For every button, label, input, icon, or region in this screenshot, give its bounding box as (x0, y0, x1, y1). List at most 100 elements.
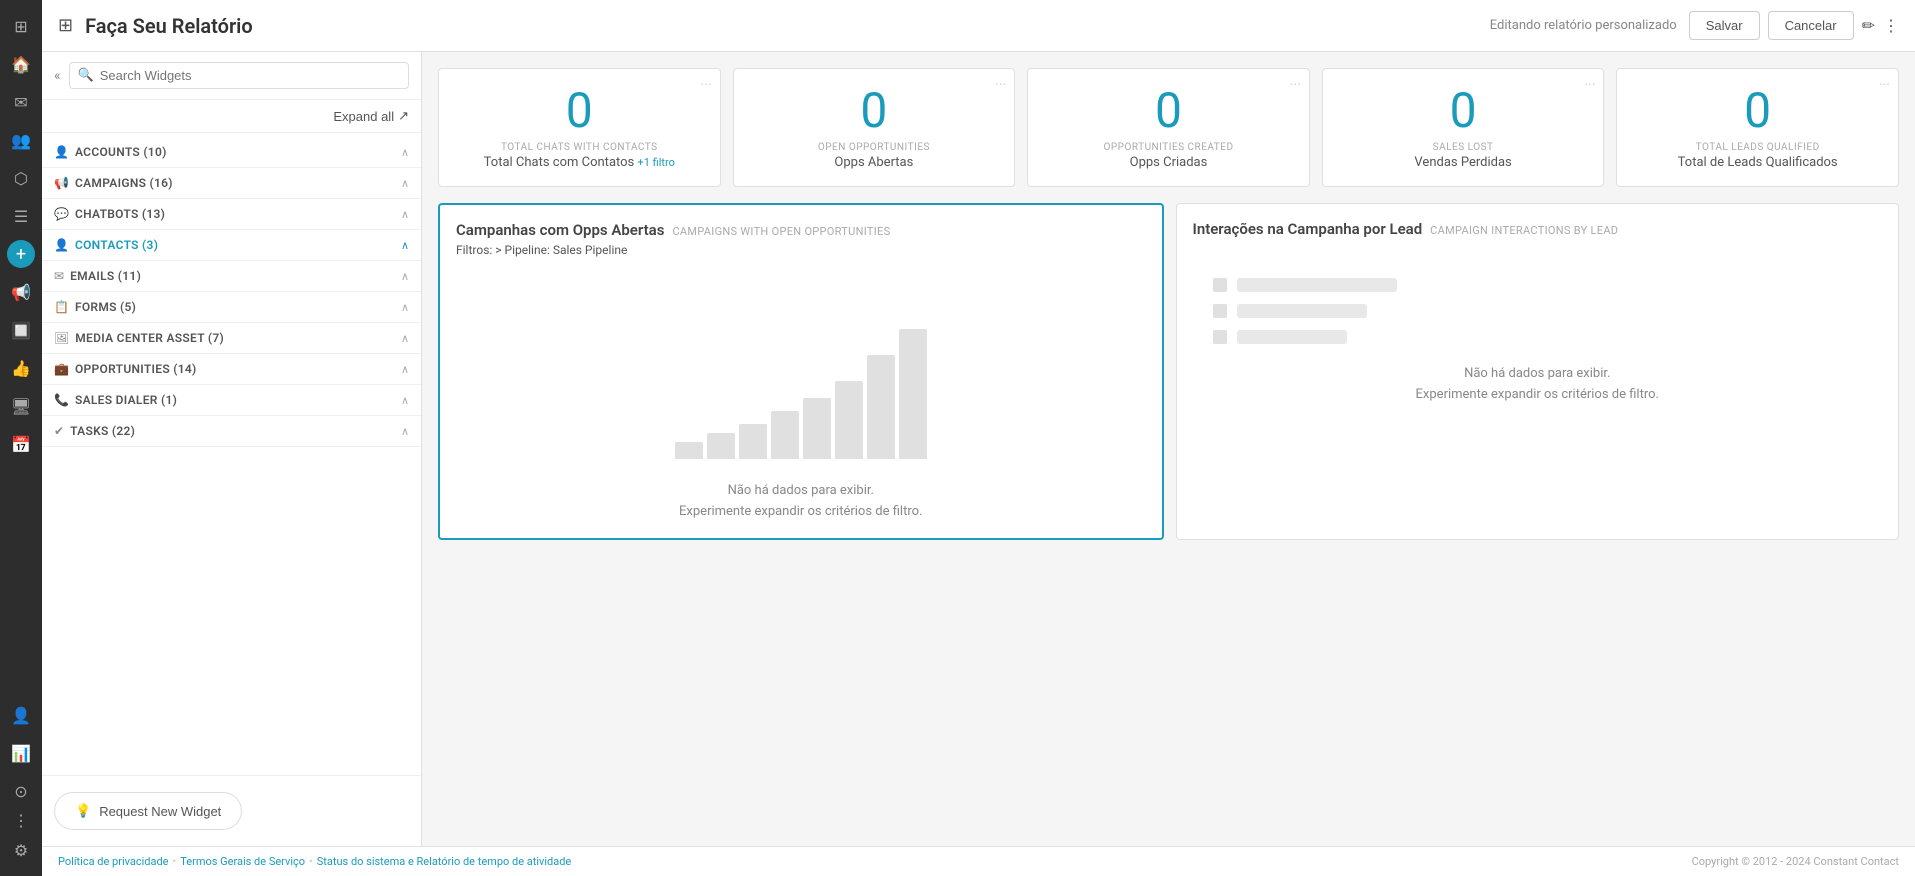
sidebar-footer: 💡 Request New Widget (42, 775, 421, 846)
side-chart-title-row: Interações na Campanha por Lead CAMPAIGN… (1193, 220, 1883, 238)
nav-circle-icon[interactable]: ⊙ (3, 773, 39, 809)
nav-bar: ⊞ 🏠 ✉ 👥 ⬡ ☰ + 📢 🔲 👍 🖥 📅 👤 📊 ⊙ ⋮ ⚙ (0, 0, 42, 876)
side-chart-card: Interações na Campanha por Lead CAMPAIGN… (1176, 203, 1900, 541)
sidebar: « 🔍 Expand all ↗ 👤 ACCOUNTS (10) ∧ (42, 52, 422, 846)
sidebar-category-tasks[interactable]: ✔ TASKS (22) ∧ (42, 416, 421, 447)
category-icon-chatbots: 💬 (54, 207, 69, 221)
bar-2 (739, 424, 767, 459)
chart-cards-row: Campanhas com Opps Abertas CAMPAIGNS WIT… (438, 203, 1899, 541)
sidebar-category-opportunities[interactable]: 💼 OPPORTUNITIES (14) ∧ (42, 354, 421, 385)
stat-card-menu-0[interactable]: ··· (701, 77, 712, 93)
side-chart-title-pt: Interações na Campanha por Lead (1193, 220, 1423, 238)
sidebar-category-chatbots[interactable]: 💬 CHATBOTS (13) ∧ (42, 199, 421, 230)
nav-home-icon[interactable]: 🏠 (3, 46, 39, 82)
stat-value-1: 0 (750, 85, 999, 138)
page-title: Faça Seu Relatório (85, 14, 1478, 38)
stat-label-pt-1: Opps Abertas (750, 155, 999, 170)
footer: Política de privacidade • Termos Gerais … (42, 846, 1915, 876)
stat-card-menu-2[interactable]: ··· (1290, 77, 1301, 93)
stat-label-pt-4: Total de Leads Qualificados (1633, 155, 1882, 170)
stat-label-pt-0: Total Chats com Contatos +1 filtro (455, 155, 704, 170)
skeleton-bar-1 (1237, 278, 1397, 292)
stat-label-en-1: OPEN OPPORTUNITIES (750, 142, 999, 153)
category-icon-forms: 📋 (54, 300, 69, 314)
category-name-sales_dialer: SALES DIALER (1) (75, 393, 395, 407)
nav-contacts-icon[interactable]: 👥 (3, 122, 39, 158)
nav-add-button[interactable]: + (7, 240, 35, 268)
nav-list-icon[interactable]: ☰ (3, 198, 39, 234)
bar-1 (707, 433, 735, 459)
sidebar-category-contacts[interactable]: 👤 CONTACTS (3) ∧ (42, 230, 421, 261)
stat-card-menu-4[interactable]: ··· (1879, 77, 1890, 93)
sidebar-category-emails[interactable]: ✉ EMAILS (11) ∧ (42, 261, 421, 292)
category-chevron-forms: ∧ (401, 301, 409, 314)
nav-chart-icon[interactable]: 📊 (3, 735, 39, 771)
terms-link[interactable]: Termos Gerais de Serviço (180, 855, 305, 868)
search-box: 🔍 (69, 62, 409, 89)
skeleton-bar-2 (1237, 304, 1367, 318)
status-link[interactable]: Status do sistema e Relatório de tempo d… (317, 855, 571, 868)
nav-monitor-icon[interactable]: 🖥 (3, 388, 39, 424)
skeleton-row-3 (1213, 330, 1863, 344)
more-options-icon[interactable]: ⋮ (1883, 16, 1899, 35)
main-content: ⊞ Faça Seu Relatório Editando relatório … (42, 0, 1915, 876)
body-area: « 🔍 Expand all ↗ 👤 ACCOUNTS (10) ∧ (42, 52, 1915, 846)
bar-3 (771, 411, 799, 459)
stat-label-pt-3: Vendas Perdidas (1339, 155, 1588, 170)
stat-card-1: ··· 0 OPEN OPPORTUNITIES Opps Abertas (733, 68, 1016, 187)
nav-more-dots[interactable]: ⋮ (13, 811, 29, 830)
grid-menu-icon[interactable]: ⊞ (58, 15, 73, 36)
sidebar-header: « 🔍 (42, 52, 421, 100)
nav-form-icon[interactable]: 🔲 (3, 312, 39, 348)
search-icon: 🔍 (78, 68, 94, 83)
category-name-chatbots: CHATBOTS (13) (75, 207, 395, 221)
category-name-contacts: CONTACTS (3) (75, 238, 395, 252)
nav-grid-icon[interactable]: ⊞ (3, 8, 39, 44)
nav-calendar-icon[interactable]: 📅 (3, 426, 39, 462)
category-name-emails: EMAILS (11) (70, 269, 395, 283)
skeleton-bar-3 (1237, 330, 1347, 344)
sidebar-category-accounts[interactable]: 👤 ACCOUNTS (10) ∧ (42, 137, 421, 168)
nav-megaphone-icon[interactable]: 📢 (3, 274, 39, 310)
expand-all-button[interactable]: Expand all ↗ (333, 108, 409, 124)
bar-6 (867, 355, 895, 459)
category-chevron-emails: ∧ (401, 270, 409, 283)
nav-thumbsup-icon[interactable]: 👍 (3, 350, 39, 386)
category-chevron-media_center: ∧ (401, 332, 409, 345)
main-chart-card: Campanhas com Opps Abertas CAMPAIGNS WIT… (438, 203, 1164, 541)
privacy-link[interactable]: Política de privacidade (58, 855, 169, 868)
category-chevron-campaigns: ∧ (401, 177, 409, 190)
nav-settings-icon[interactable]: ⚙ (3, 832, 39, 868)
category-icon-campaigns: 📢 (54, 176, 69, 190)
nav-person-icon[interactable]: 👤 (3, 697, 39, 733)
category-icon-opportunities: 💼 (54, 362, 69, 376)
nav-network-icon[interactable]: ⬡ (3, 160, 39, 196)
stat-label-en-3: SALES LOST (1339, 142, 1588, 153)
cancel-button[interactable]: Cancelar (1768, 11, 1854, 40)
category-chevron-accounts: ∧ (401, 146, 409, 159)
sidebar-category-sales_dialer[interactable]: 📞 SALES DIALER (1) ∧ (42, 385, 421, 416)
category-name-opportunities: OPPORTUNITIES (14) (75, 362, 395, 376)
lightbulb-icon: 💡 (75, 803, 91, 819)
collapse-sidebar-button[interactable]: « (54, 68, 61, 84)
category-chevron-chatbots: ∧ (401, 208, 409, 221)
category-name-tasks: TASKS (22) (70, 424, 395, 438)
copyright: Copyright © 2012 - 2024 Constant Contact (1692, 855, 1899, 868)
stat-card-3: ··· 0 SALES LOST Vendas Perdidas (1322, 68, 1605, 187)
search-input[interactable] (100, 68, 400, 83)
edit-icon[interactable]: ✏ (1862, 16, 1875, 35)
sidebar-category-campaigns[interactable]: 📢 CAMPAIGNS (16) ∧ (42, 168, 421, 199)
sidebar-category-media_center[interactable]: 🖼 MEDIA CENTER ASSET (7) ∧ (42, 323, 421, 354)
stat-label-pt-2: Opps Criadas (1044, 155, 1293, 170)
top-header: ⊞ Faça Seu Relatório Editando relatório … (42, 0, 1915, 52)
stat-card-menu-3[interactable]: ··· (1584, 77, 1595, 93)
save-button[interactable]: Salvar (1689, 11, 1760, 40)
stat-label-en-4: TOTAL LEADS QUALIFIED (1633, 142, 1882, 153)
bar-col-0 (675, 442, 703, 459)
request-widget-button[interactable]: 💡 Request New Widget (54, 792, 242, 830)
category-chevron-opportunities: ∧ (401, 363, 409, 376)
stat-card-menu-1[interactable]: ··· (995, 77, 1006, 93)
sidebar-category-forms[interactable]: 📋 FORMS (5) ∧ (42, 292, 421, 323)
nav-email-icon[interactable]: ✉ (3, 84, 39, 120)
bar-4 (803, 398, 831, 459)
